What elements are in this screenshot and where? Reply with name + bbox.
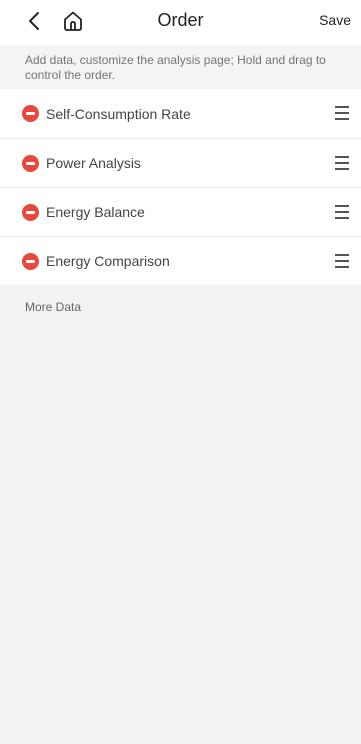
list-item[interactable]: Energy Comparison <box>0 236 361 285</box>
page-title: Order <box>157 10 204 30</box>
drag-handle-icon[interactable] <box>335 106 349 120</box>
list-item-label: Power Analysis <box>46 155 141 171</box>
more-data-heading: More Data <box>25 300 82 314</box>
remove-icon[interactable] <box>22 154 39 172</box>
drag-handle-icon[interactable] <box>335 156 349 170</box>
top-bar: Order Save <box>0 0 361 45</box>
chevron-left-icon <box>29 12 39 30</box>
back-button[interactable] <box>25 10 43 32</box>
selected-data-list: Self-Consumption Rate Power Analysis Ene… <box>0 89 361 285</box>
drag-handle-icon[interactable] <box>335 254 349 268</box>
remove-icon[interactable] <box>22 105 39 122</box>
list-item-label: Energy Comparison <box>46 253 170 269</box>
home-icon <box>64 11 82 31</box>
home-button[interactable] <box>60 8 86 34</box>
drag-handle-icon[interactable] <box>335 205 349 219</box>
list-item[interactable]: Energy Balance <box>0 187 361 236</box>
list-item[interactable]: Self-Consumption Rate <box>0 89 361 138</box>
list-item[interactable]: Power Analysis <box>0 138 361 187</box>
remove-icon[interactable] <box>22 203 39 221</box>
order-screen: Order Save Add data, customize the analy… <box>0 0 361 744</box>
save-button[interactable]: Save <box>319 12 351 28</box>
list-item-label: Self-Consumption Rate <box>46 105 191 122</box>
list-item-label: Energy Balance <box>46 204 145 220</box>
remove-icon[interactable] <box>22 252 39 270</box>
instruction-text: Add data, customize the analysis page; H… <box>0 45 361 89</box>
